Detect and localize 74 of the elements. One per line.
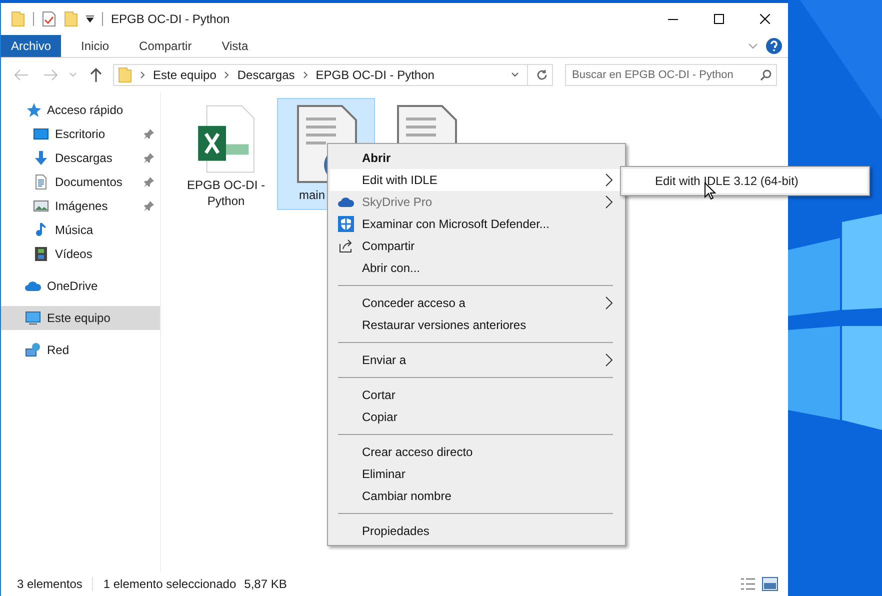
help-icon[interactable]	[766, 38, 782, 54]
details-view-icon[interactable]	[740, 578, 756, 590]
sidebar-item[interactable]: Vídeos	[1, 242, 160, 266]
ribbon-tab[interactable]: Inicio	[71, 35, 120, 57]
ribbon-tab[interactable]: Archivo	[1, 35, 62, 57]
pin-icon[interactable]	[144, 177, 154, 187]
dropdown-icon[interactable]	[511, 72, 519, 78]
breadcrumb-item[interactable]: Descargas	[237, 66, 295, 84]
down-arrow-icon	[33, 150, 49, 166]
shield-icon	[338, 216, 354, 232]
large-icons-view-icon[interactable]	[762, 577, 778, 591]
chevron-icon	[224, 71, 230, 79]
expand-ribbon-icon[interactable]	[748, 43, 758, 49]
share-icon	[338, 238, 354, 254]
chevron-icon	[140, 71, 145, 79]
breadcrumb-item[interactable]: Este equipo	[153, 66, 216, 84]
up-arrow-icon[interactable]	[89, 67, 103, 83]
item-count: 3 elementos	[17, 576, 82, 593]
sidebar-item[interactable]: Escritorio	[1, 122, 160, 146]
minimize-icon	[668, 18, 678, 20]
menu-item[interactable]: Edit with IDLE 3.12 (64-bit)	[623, 169, 867, 193]
pin-icon[interactable]	[144, 153, 154, 163]
menu-item[interactable]: Eliminar	[330, 463, 623, 485]
menu-item[interactable]: Cambiar nombre	[330, 485, 623, 507]
pin-icon[interactable]	[144, 201, 154, 211]
menu-item[interactable]: Cortar	[330, 384, 623, 406]
menu-item[interactable]: Abrir con...	[330, 257, 623, 279]
selection-status: 1 elemento seleccionado	[103, 576, 236, 593]
monitor-icon	[33, 126, 49, 142]
ribbon-tab[interactable]: Compartir	[129, 35, 202, 57]
sidebar-item[interactable]: Descargas	[1, 146, 160, 170]
maximize-icon	[714, 14, 724, 24]
film-icon	[33, 246, 49, 262]
dropdown-icon[interactable]	[86, 15, 94, 23]
refresh-icon[interactable]	[536, 69, 548, 81]
pin-icon[interactable]	[144, 129, 154, 139]
music-note-icon	[33, 222, 49, 238]
sidebar-item[interactable]: Este equipo	[1, 306, 160, 330]
menu-item[interactable]: Enviar a	[330, 349, 623, 371]
menu-item[interactable]: Propiedades	[330, 520, 623, 542]
breadcrumb-item[interactable]: EPGB OC-DI - Python	[316, 66, 434, 84]
file-name: main	[299, 187, 326, 203]
search-field[interactable]: Buscar en EPGB OC-DI - Python	[565, 64, 777, 86]
ribbon-tab[interactable]: Vista	[212, 35, 258, 57]
sidebar-item[interactable]: Música	[1, 218, 160, 242]
menu-item[interactable]: Edit with IDLE	[330, 169, 623, 191]
window-title: EPGB OC-DI - Python	[111, 11, 230, 28]
sidebar-item[interactable]: OneDrive	[1, 274, 160, 298]
network-icon	[25, 342, 41, 358]
sidebar-item[interactable]: Red	[1, 338, 160, 362]
properties-icon[interactable]	[42, 11, 56, 27]
menu-item[interactable]: Crear acceso directo	[330, 441, 623, 463]
cloud-icon	[338, 195, 354, 209]
sidebar-item[interactable]: Documentos	[1, 170, 160, 194]
sidebar-item[interactable]: Acceso rápido	[1, 98, 160, 122]
chevron-icon	[302, 71, 308, 79]
close-icon	[760, 14, 770, 24]
menu-item[interactable]: Examinar con Microsoft Defender...	[330, 213, 623, 235]
star-icon	[25, 102, 41, 118]
new-folder-icon	[64, 11, 78, 27]
menu-item[interactable]: Copiar	[330, 406, 623, 428]
document-icon	[33, 174, 49, 190]
image-icon	[33, 198, 49, 214]
menu-item[interactable]: Conceder acceso a	[330, 292, 623, 314]
menu-item[interactable]: Restaurar versiones anteriores	[330, 314, 623, 336]
sidebar-item[interactable]: Imágenes	[1, 194, 160, 218]
menu-item[interactable]: Compartir	[330, 235, 623, 257]
search-icon	[760, 69, 772, 81]
selection-size: 5,87 KB	[244, 576, 287, 593]
address-bar[interactable]: Este equipo Descargas EPGB OC-DI - Python	[113, 64, 553, 86]
folder-icon	[118, 67, 132, 83]
folder-icon	[11, 11, 25, 27]
computer-icon	[25, 310, 41, 326]
file-name: EPGB OC-DI - Python	[186, 177, 266, 209]
